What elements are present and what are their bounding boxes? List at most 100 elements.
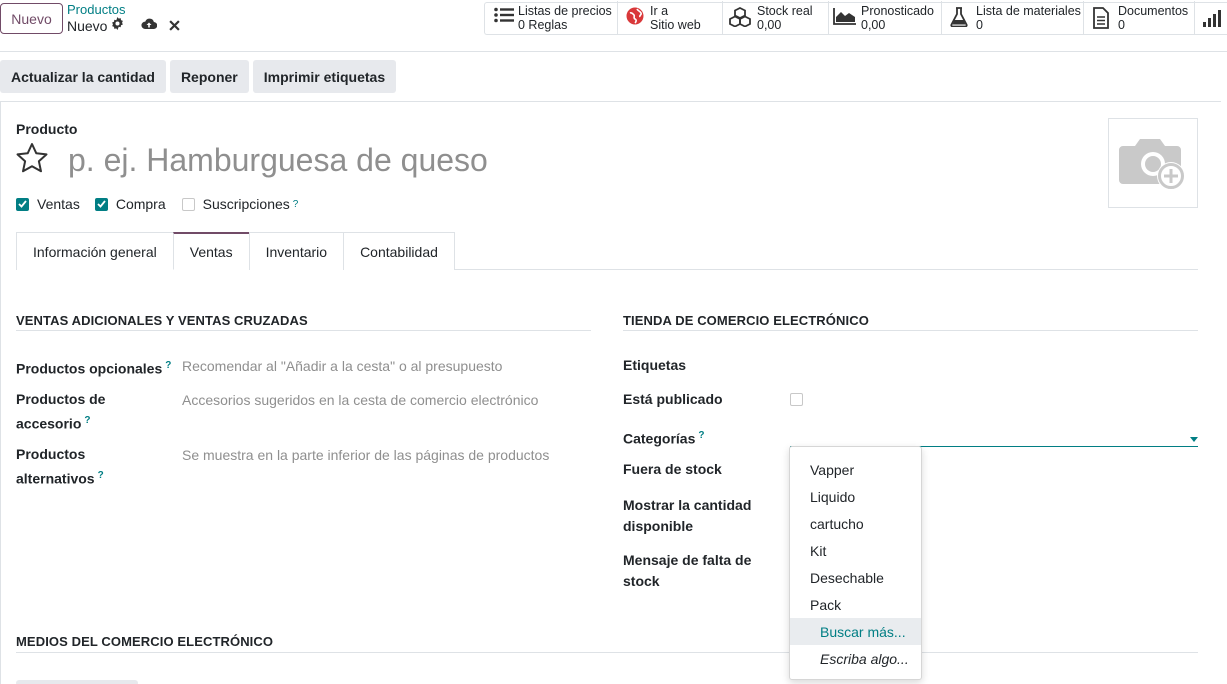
purchase-ok-checkbox[interactable] [94, 197, 108, 211]
published-label: Está publicado [623, 391, 723, 407]
purchase-ok-label: Compra [115, 196, 166, 212]
smart-label: Documentos [1118, 4, 1189, 18]
flask-icon [942, 4, 976, 27]
add-media-button[interactable] [16, 680, 138, 684]
show-qty-line2: disponible [623, 518, 693, 534]
smart-label: Lista de materiales [976, 4, 1081, 18]
category-autocomplete-dropdown: Vapper Liquido cartucho Kit Desechable P… [789, 446, 922, 680]
upsell-section-title: VENTAS ADICIONALES Y VENTAS CRUZADAS [16, 313, 308, 328]
dropdown-option-kit[interactable]: Kit [790, 537, 921, 564]
help-tooltip[interactable]: ? [165, 360, 171, 371]
smart-label: Pronosticado [861, 4, 934, 18]
media-section-title: MEDIOS DEL COMERCIO ELECTRÓNICO [16, 634, 274, 649]
help-tooltip[interactable]: ? [98, 470, 104, 481]
smart-value: 0 Reglas [518, 18, 568, 32]
gear-icon[interactable] [111, 17, 124, 33]
out-of-stock-label: Fuera de stock [623, 461, 722, 477]
accessory-label-line2: accesorio [16, 415, 82, 432]
published-checkbox[interactable] [790, 393, 803, 406]
tab-informacion-general[interactable]: Información general [16, 232, 174, 270]
document-icon [1084, 4, 1118, 29]
smart-value: 0 [1118, 18, 1125, 32]
dropdown-option-cartucho[interactable]: cartucho [790, 510, 921, 537]
oos-message-line2: stock [623, 573, 660, 589]
section-divider [16, 330, 591, 331]
search-more-option[interactable]: Buscar más... [790, 618, 921, 645]
star-icon[interactable] [15, 142, 49, 177]
smart-value: Sitio web [650, 18, 701, 32]
alternative-products-input[interactable]: Se muestra en la parte inferior de las p… [182, 447, 549, 463]
globe-icon [618, 4, 646, 25]
new-button[interactable]: Nuevo [0, 3, 63, 34]
replenish-button[interactable]: Reponer [169, 60, 249, 93]
smart-label: Stock real [757, 4, 813, 18]
discard-icon[interactable] [169, 19, 180, 34]
smart-button-forecasted[interactable]: Pronosticado 0,00 [828, 1, 940, 34]
section-divider [623, 330, 1198, 331]
smart-button-website[interactable]: Ir a Sitio web [617, 1, 721, 34]
cubes-icon [723, 4, 757, 27]
scrollbar[interactable] [1221, 52, 1227, 684]
help-tooltip[interactable]: ? [698, 430, 704, 441]
categories-label: Categorías? [623, 425, 704, 450]
sale-ok-label: Ventas [37, 196, 80, 212]
sale-ok-checkbox[interactable] [16, 197, 29, 211]
product-image-upload[interactable] [1108, 118, 1198, 208]
show-available-qty-label: Mostrar la cantidad disponible [623, 495, 751, 537]
chevron-down-icon[interactable] [1190, 437, 1198, 442]
update-quantity-button[interactable]: Actualizar la cantidad [0, 60, 166, 93]
smart-button-documents[interactable]: Documentos 0 [1083, 1, 1193, 34]
ecommerce-section-title: TIENDA DE COMERCIO ELECTRÓNICO [623, 313, 869, 328]
product-type-checkboxes: Ventas Compra Suscripciones ? [16, 196, 298, 212]
accessory-products-label: Productos de accesorio? [16, 389, 105, 435]
area-chart-icon [829, 4, 861, 25]
smart-label: Listas de precios [518, 4, 612, 18]
alternative-label-line2: alternativos [16, 470, 95, 487]
product-label: Producto [16, 121, 78, 137]
accessory-label-line1: Productos de [16, 391, 106, 407]
dropdown-option-liquido[interactable]: Liquido [790, 483, 921, 510]
dropdown-option-desechable[interactable]: Desechable [790, 564, 921, 591]
categories-label-text: Categorías [623, 430, 696, 447]
smart-value: 0,00 [861, 18, 886, 32]
help-tooltip[interactable]: ? [293, 199, 299, 210]
alternative-label-line1: Productos [16, 446, 86, 462]
tab-contabilidad[interactable]: Contabilidad [343, 232, 455, 270]
type-something-hint: Escriba algo... [820, 650, 909, 667]
smart-value: 0 [976, 18, 983, 32]
show-qty-line1: Mostrar la cantidad [623, 497, 752, 513]
smart-label: Ir a [650, 4, 669, 18]
list-icon [490, 4, 518, 23]
signal-bars-icon [1195, 4, 1223, 27]
control-panel: Nuevo Productos Nuevo Listas de precios 0… [0, 0, 1227, 52]
more-smart-buttons[interactable] [1194, 1, 1227, 34]
subscription-checkbox[interactable] [181, 197, 195, 211]
tab-inventario[interactable]: Inventario [248, 232, 345, 270]
product-name-input[interactable]: p. ej. Hamburguesa de queso [68, 142, 488, 179]
camera-plus-icon [1117, 132, 1189, 195]
help-tooltip[interactable]: ? [84, 415, 90, 426]
action-bar: Actualizar la cantidad Reponer Imprimir … [0, 60, 397, 94]
section-divider [16, 652, 1198, 653]
alternative-products-label: Productos alternativos? [16, 444, 104, 490]
optional-products-label: Productos opcionales? [16, 355, 171, 380]
print-labels-button[interactable]: Imprimir etiquetas [252, 60, 397, 93]
tab-ventas[interactable]: Ventas [172, 232, 250, 270]
cloud-upload-icon[interactable] [141, 18, 158, 33]
accessory-products-input[interactable]: Accesorios sugeridos en la cesta de come… [182, 392, 538, 408]
tags-label: Etiquetas [623, 357, 687, 373]
dropdown-option-pack[interactable]: Pack [790, 591, 921, 618]
smart-value: 0,00 [757, 18, 782, 32]
oos-message-line1: Mensaje de falta de [623, 552, 752, 568]
dropdown-option-vapper[interactable]: Vapper [790, 456, 921, 483]
breadcrumb-current-label: Nuevo [67, 18, 108, 34]
smart-button-bom[interactable]: Lista de materiales 0 [941, 1, 1082, 34]
optional-products-input[interactable]: Recomendar al "Añadir a la cesta" o al p… [182, 358, 502, 374]
notebook-tabs: Información general Ventas Inventario Co… [16, 232, 455, 270]
optional-products-label-text: Productos opcionales [16, 360, 163, 377]
smart-button-on-hand[interactable]: Stock real 0,00 [722, 1, 827, 34]
out-of-stock-message-label: Mensaje de falta de stock [623, 550, 751, 592]
breadcrumb-current: Nuevo [67, 18, 107, 34]
breadcrumb-productos-link[interactable]: Productos [67, 2, 126, 17]
smart-button-pricelists[interactable]: Listas de precios 0 Reglas [490, 1, 616, 34]
